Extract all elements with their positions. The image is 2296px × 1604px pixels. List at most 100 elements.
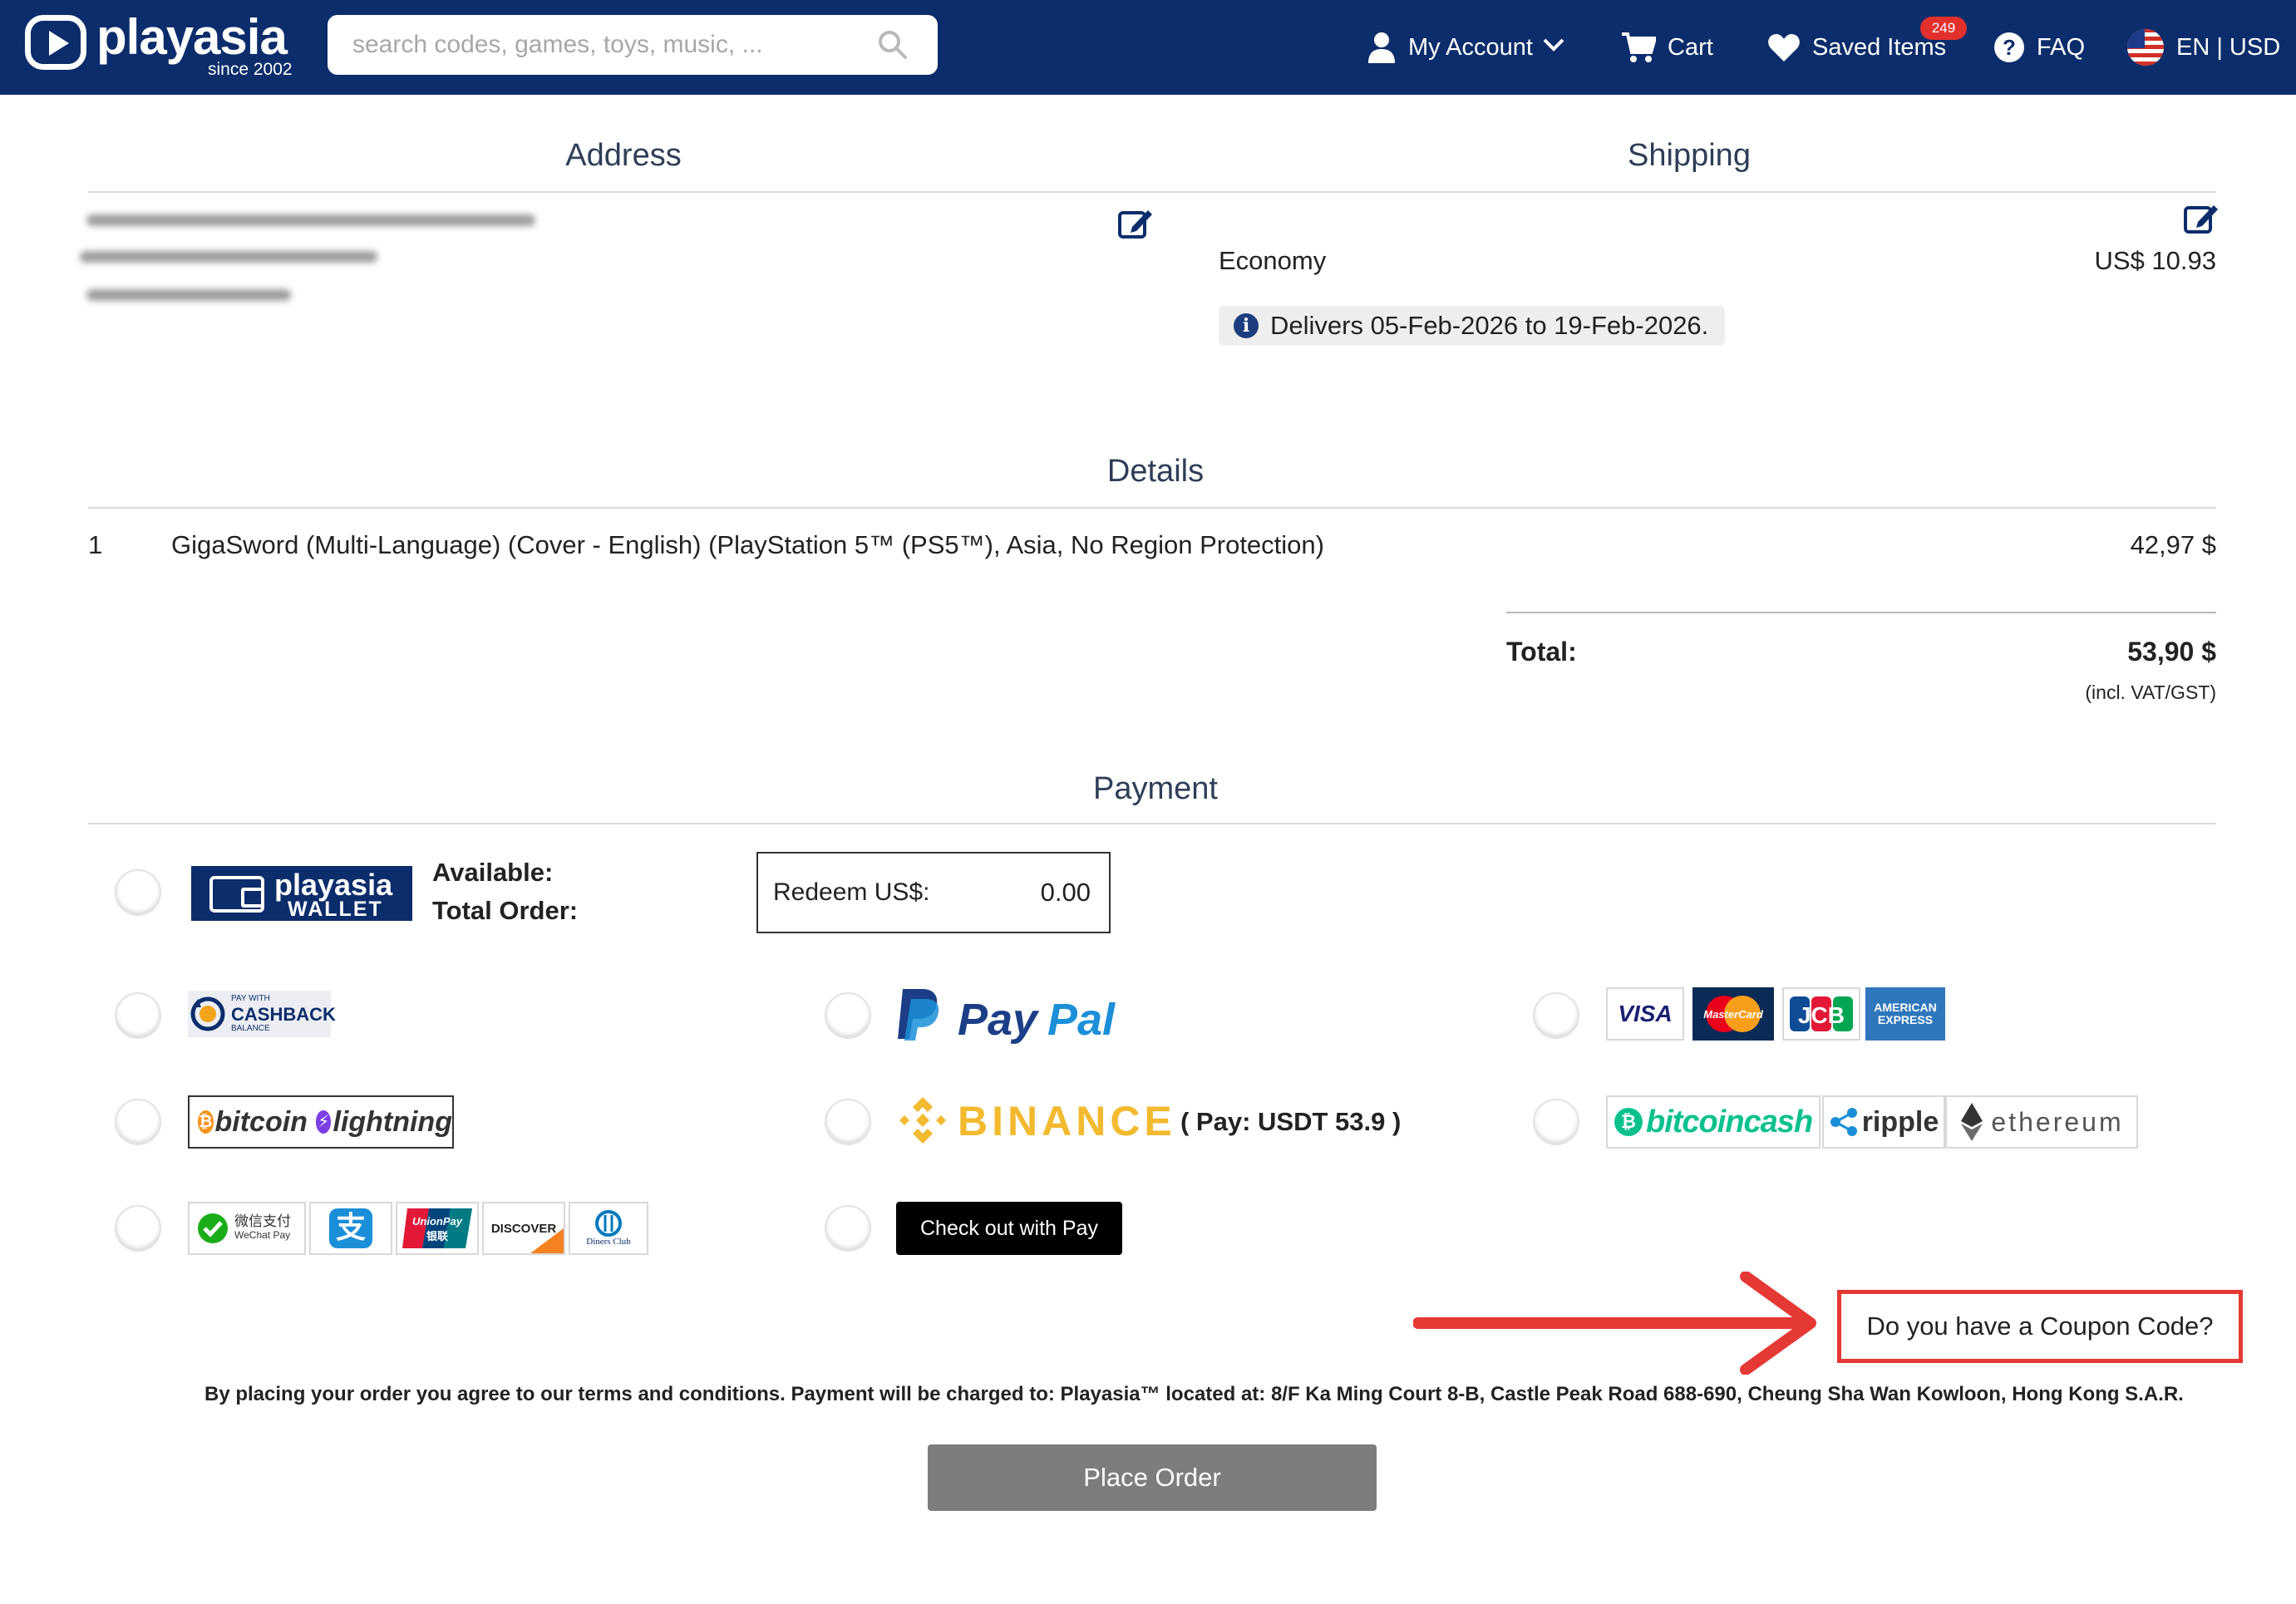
cashback-small-text: PAY WITH	[231, 994, 270, 1003]
binance-pay-amount: ( Pay: USDT 53.9 )	[1180, 1107, 1402, 1136]
help-icon: ?	[1994, 32, 2024, 62]
svg-text:JCB: JCB	[1798, 1002, 1845, 1028]
ripple-text: ripple	[1861, 1105, 1939, 1138]
faq-link[interactable]: ? FAQ	[1993, 0, 2085, 95]
mastercard-logo: MasterCard	[1692, 987, 1774, 1041]
binance-radio[interactable]	[825, 1099, 871, 1145]
lightning-icon: ⚡	[315, 1110, 332, 1134]
item-price: 42,97 $	[2130, 530, 2216, 559]
discover-stripe-icon	[530, 1228, 564, 1253]
binance-text: BINANCE	[958, 1098, 1176, 1144]
svg-text:MasterCard: MasterCard	[1703, 1008, 1764, 1021]
cashback-icon	[190, 996, 225, 1031]
cart-icon	[1622, 32, 1656, 62]
ethereum-text: ethereum	[1991, 1106, 2124, 1137]
jcb-icon: JCB	[1790, 996, 1853, 1031]
bitcoin-lightning-logo: ₿ bitcoin ⚡ lightning	[188, 1095, 454, 1149]
saved-items-link[interactable]: Saved Items	[1767, 0, 1946, 95]
bitcoincash-icon: ₿	[1614, 1108, 1643, 1136]
redacted-address-line	[86, 214, 535, 226]
user-icon	[1368, 32, 1395, 63]
divider	[1506, 612, 2216, 613]
delivery-estimate-text: Delivers 05-Feb-2026 to 19-Feb-2026.	[1270, 311, 1709, 340]
wechat-pay-logo: 微信支付 WeChat Pay	[188, 1202, 306, 1255]
coupon-code-link[interactable]: Do you have a Coupon Code?	[1837, 1290, 2243, 1363]
edit-address-icon[interactable]	[1117, 206, 1154, 239]
locale-selector[interactable]: EN | USD	[2126, 0, 2280, 95]
payment-title: Payment	[1093, 771, 1218, 806]
logo-tagline: since 2002	[208, 60, 293, 79]
redacted-address-line	[86, 289, 291, 301]
saved-items-count-badge: 249	[1920, 17, 1967, 40]
red-arrow-annotation	[1413, 1272, 1816, 1375]
ripple-logo: ripple	[1822, 1095, 1945, 1149]
search-icon[interactable]	[876, 28, 909, 62]
heart-icon	[1768, 34, 1800, 62]
lightning-text: lightning	[333, 1105, 452, 1138]
bitcoincash-logo: ₿ bitcoincash	[1606, 1095, 1821, 1149]
paypal-text-pal: Pal	[1047, 995, 1116, 1045]
cart-link[interactable]: Cart	[1621, 0, 1713, 95]
credit-card-radio[interactable]	[1533, 992, 1579, 1039]
details-title: Details	[1106, 454, 1205, 489]
my-account-menu[interactable]: My Account	[1367, 0, 1566, 95]
unionpay-logo: UnionPay 银联	[396, 1202, 479, 1255]
altcoin-radio[interactable]	[1533, 1099, 1579, 1145]
playasia-logo[interactable]: playasia since 2002	[25, 9, 299, 83]
search-box	[328, 15, 938, 75]
mastercard-icon: MasterCard	[1703, 996, 1764, 1032]
unionpay-cn-text: 银联	[426, 1230, 448, 1243]
chevron-down-icon	[1543, 38, 1564, 52]
wallet-total-order-label: Total Order:	[432, 896, 579, 925]
total-value: 53,90 $	[2127, 637, 2216, 667]
shipping-price: US$ 10.93	[2094, 246, 2217, 275]
jcb-logo: JCB	[1782, 987, 1860, 1041]
bitcoin-radio[interactable]	[115, 1099, 161, 1145]
wallet-available-label: Available:	[432, 858, 554, 887]
terms-notice: By placing your order you agree to our t…	[204, 1383, 2184, 1405]
total-tax-note: (incl. VAT/GST)	[2085, 681, 2216, 703]
binance-logo: BINANCE ( Pay: USDT 53.9 )	[896, 1094, 1412, 1150]
cart-label: Cart	[1668, 33, 1713, 61]
address-title: Address	[565, 138, 682, 173]
visa-logo: VISA	[1606, 987, 1684, 1041]
paypal-logo: Pay Pal	[896, 987, 1116, 1046]
asian-payment-radio[interactable]	[115, 1205, 161, 1252]
unionpay-text: UnionPay	[412, 1215, 463, 1228]
place-order-button[interactable]: Place Order	[928, 1444, 1377, 1511]
cashback-balance-logo: PAY WITH CASHBACK BALANCE	[188, 991, 336, 1037]
edit-shipping-icon[interactable]	[2183, 201, 2220, 234]
wechat-pay-cn-text: 微信支付	[234, 1213, 291, 1229]
amex-logo: AMERICAN EXPRESS	[1865, 987, 1945, 1041]
locale-label: EN | USD	[2176, 33, 2281, 61]
playasia-wallet-logo: playasia WALLET	[191, 866, 412, 921]
paypal-icon	[898, 989, 939, 1041]
divider	[88, 507, 2216, 509]
redeem-label: Redeem US$:	[773, 878, 930, 906]
svg-text:?: ?	[2003, 35, 2016, 60]
apple-pay-button[interactable]: Check out with Pay	[896, 1202, 1122, 1255]
ripple-icon	[1830, 1108, 1857, 1136]
paypal-text-pay: Pay	[958, 995, 1038, 1045]
ethereum-logo: ethereum	[1945, 1095, 2138, 1149]
us-flag-icon	[2127, 29, 2164, 66]
redeem-amount-input[interactable]	[949, 872, 1091, 913]
divider	[88, 191, 2216, 193]
top-navigation-bar: playasia since 2002 My Account Cart Sa	[0, 0, 2296, 95]
diners-club-text: Diners Club	[586, 1237, 631, 1247]
apple-pay-radio[interactable]	[825, 1205, 871, 1252]
wallet-radio[interactable]	[115, 869, 161, 916]
redeem-box: Redeem US$:	[756, 852, 1111, 933]
diners-club-logo: Diners Club	[569, 1202, 648, 1255]
faq-label: FAQ	[2037, 33, 2086, 61]
item-name: GigaSword (Multi-Language) (Cover - Engl…	[171, 530, 1324, 559]
info-icon: i	[1234, 313, 1259, 338]
paypal-radio[interactable]	[825, 992, 871, 1039]
cashback-sub-text: BALANCE	[231, 1024, 270, 1033]
total-label: Total:	[1506, 637, 1577, 667]
wechat-pay-en-text: WeChat Pay	[234, 1229, 291, 1241]
wallet-icon	[209, 876, 264, 913]
search-input[interactable]	[352, 27, 860, 63]
cashback-radio[interactable]	[115, 992, 161, 1039]
bitcoin-text: bitcoin	[214, 1105, 308, 1138]
